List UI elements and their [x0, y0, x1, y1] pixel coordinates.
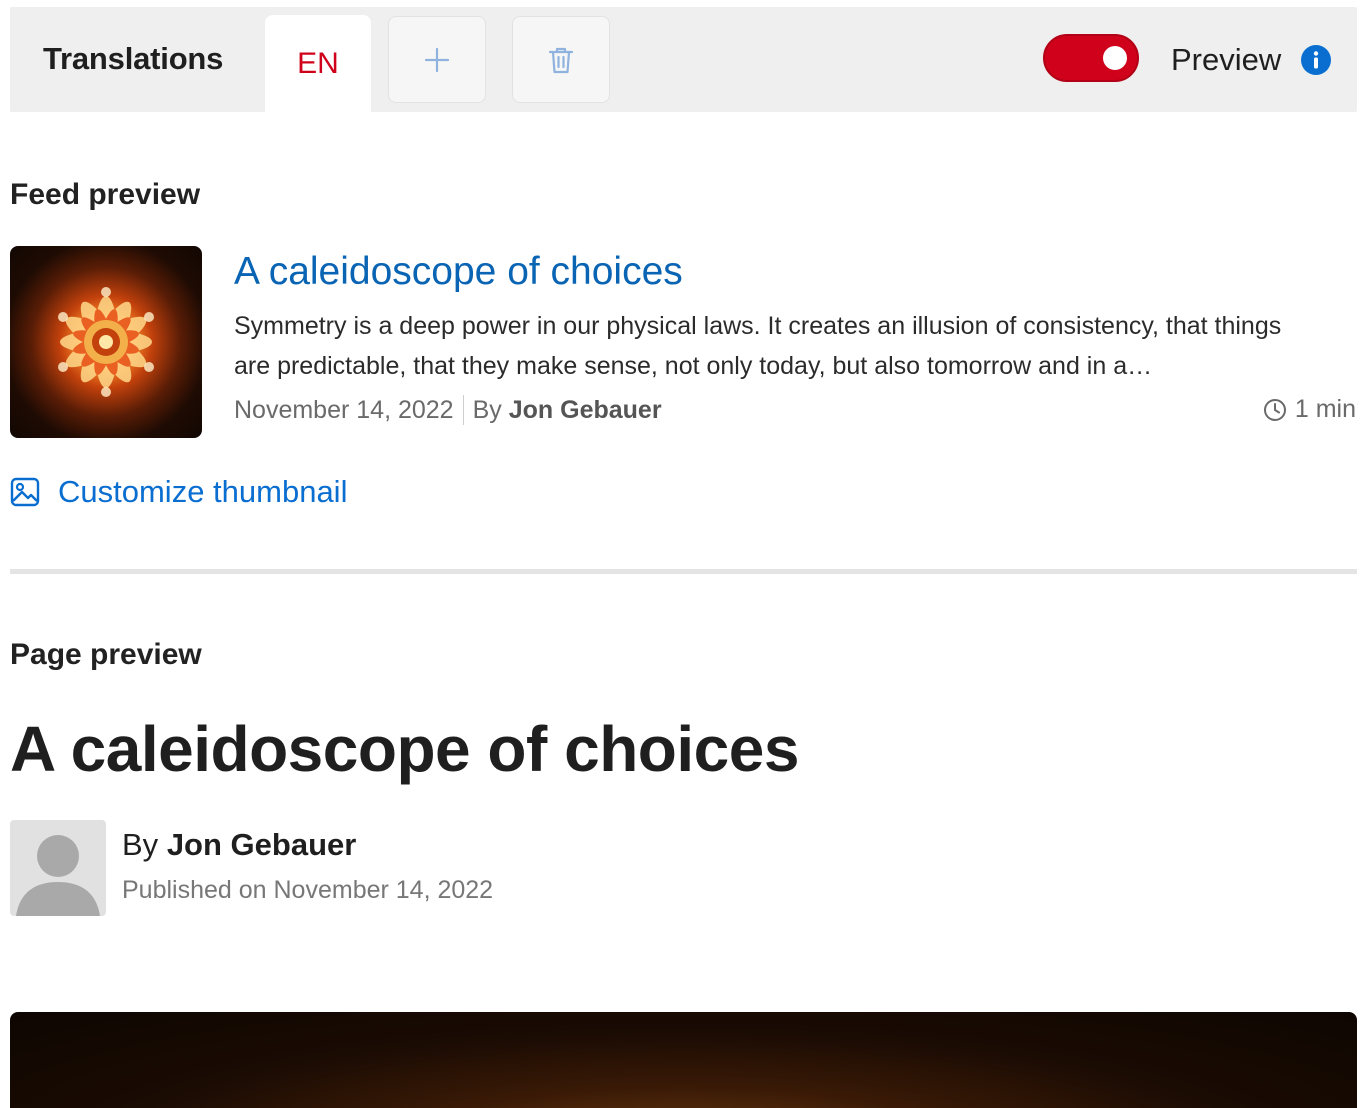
preview-toggle[interactable] — [1043, 34, 1139, 82]
section-divider — [10, 569, 1357, 574]
page-article-title: A caleidoscope of choices — [10, 713, 799, 785]
page-preview-heading: Page preview — [10, 638, 202, 671]
preview-label: Preview — [1171, 42, 1282, 77]
customize-thumbnail-label: Customize thumbnail — [58, 474, 348, 509]
user-placeholder-icon — [16, 835, 100, 916]
plus-icon — [424, 47, 450, 72]
info-icon[interactable] — [1301, 45, 1331, 75]
feed-by-prefix: By — [472, 395, 502, 424]
hero-image — [10, 1012, 1357, 1108]
customize-thumbnail-link[interactable]: Customize thumbnail — [10, 474, 347, 510]
page-by-prefix: By — [122, 827, 159, 862]
page-author-name: Jon Gebauer — [166, 827, 357, 862]
feed-thumbnail — [10, 246, 202, 438]
feed-preview-heading: Feed preview — [10, 178, 201, 211]
feed-author-name: Jon Gebauer — [508, 395, 662, 424]
clock-icon — [1263, 398, 1286, 421]
kaleidoscope-image — [58, 287, 154, 397]
feed-article-meta: November 14, 2022 By Jon Gebauer — [234, 395, 662, 425]
trash-icon — [548, 47, 574, 73]
feed-article-title[interactable]: A caleidoscope of choices — [234, 250, 683, 294]
meta-divider — [462, 395, 464, 425]
read-time-value: 1 min — [1294, 395, 1356, 423]
image-icon — [10, 477, 40, 507]
translations-bar: Translations EN Preview — [10, 7, 1357, 112]
delete-translation-button[interactable] — [512, 16, 610, 103]
feed-article-excerpt: Symmetry is a deep power in our physical… — [234, 312, 1282, 380]
translations-title: Translations — [43, 41, 224, 76]
feed-article-date: November 14, 2022 — [234, 395, 454, 424]
page-author-line: By Jon Gebauer — [122, 827, 356, 863]
published-date: Published on November 14, 2022 — [122, 876, 494, 904]
toggle-knob — [1103, 46, 1127, 70]
tab-language-en[interactable]: EN — [265, 15, 371, 112]
add-translation-button[interactable] — [388, 16, 486, 103]
read-time: 1 min — [1263, 395, 1356, 424]
avatar — [10, 820, 106, 916]
